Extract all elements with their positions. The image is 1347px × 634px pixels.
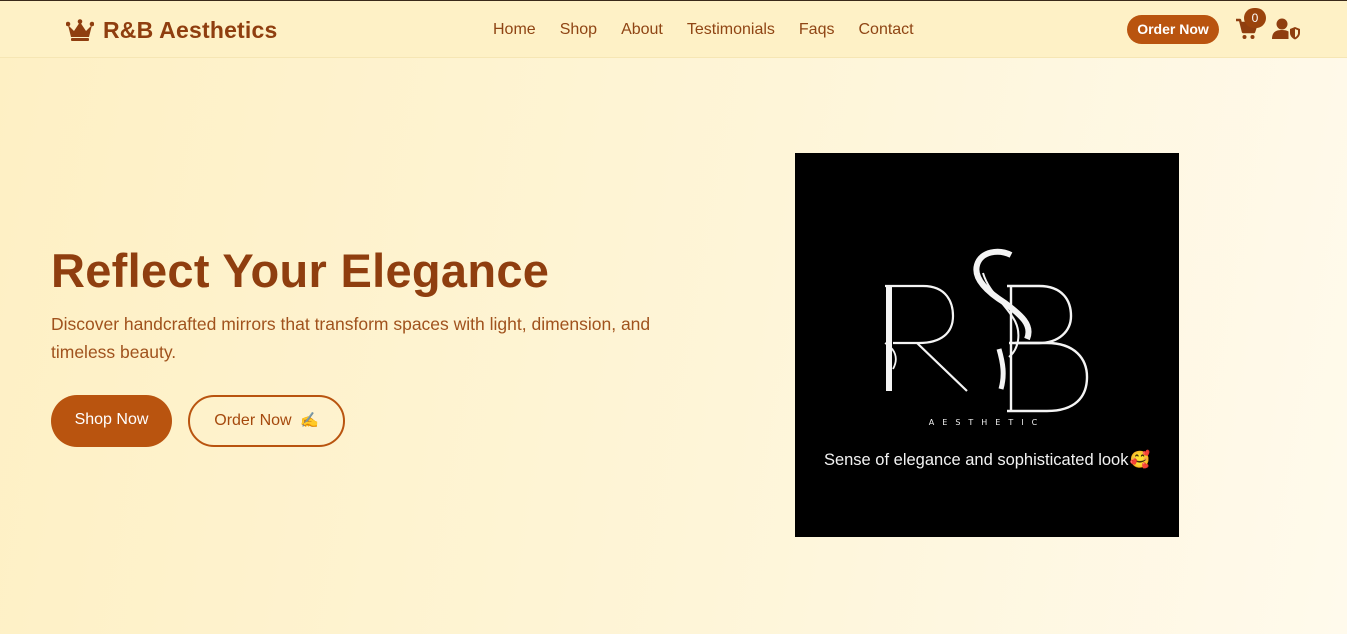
user-shield-icon[interactable] (1272, 18, 1300, 40)
crown-icon (66, 19, 94, 41)
nav-contact[interactable]: Contact (858, 20, 913, 40)
hero-title: Reflect Your Elegance (51, 244, 550, 297)
brand-logo-card: AESTHETIC Sense of elegance and sophisti… (795, 153, 1179, 537)
brand-link[interactable]: R&B Aesthetics (66, 16, 278, 44)
brand-name: R&B Aesthetics (103, 17, 278, 43)
order-now-button[interactable]: Order Now ✍️ (188, 395, 345, 447)
main-nav: Home Shop About Testimonials Faqs Contac… (493, 20, 938, 40)
rb-monogram-logo: AESTHETIC (884, 248, 1089, 427)
cart-count-badge: 0 (1244, 8, 1266, 28)
logo-subtext: AESTHETIC (929, 418, 1045, 427)
writing-hand-icon: ✍️ (300, 412, 319, 429)
nav-shop[interactable]: Shop (560, 20, 597, 40)
order-now-label: Order Now (214, 412, 292, 429)
nav-about[interactable]: About (621, 20, 663, 40)
tagline-text: Sense of elegance and sophisticated look (823, 451, 1129, 469)
logo-tagline: Sense of elegance and sophisticated look… (795, 450, 1179, 470)
header-order-button[interactable]: Order Now (1127, 15, 1219, 44)
shop-now-button[interactable]: Shop Now (51, 395, 172, 447)
nav-home[interactable]: Home (493, 20, 536, 40)
nav-testimonials[interactable]: Testimonials (687, 20, 775, 40)
nav-faqs[interactable]: Faqs (799, 20, 835, 40)
site-header: R&B Aesthetics Home Shop About Testimoni… (0, 1, 1347, 58)
hero-description: Discover handcrafted mirrors that transf… (51, 314, 651, 362)
smiling-face-hearts-icon: 🥰 (1129, 451, 1151, 469)
